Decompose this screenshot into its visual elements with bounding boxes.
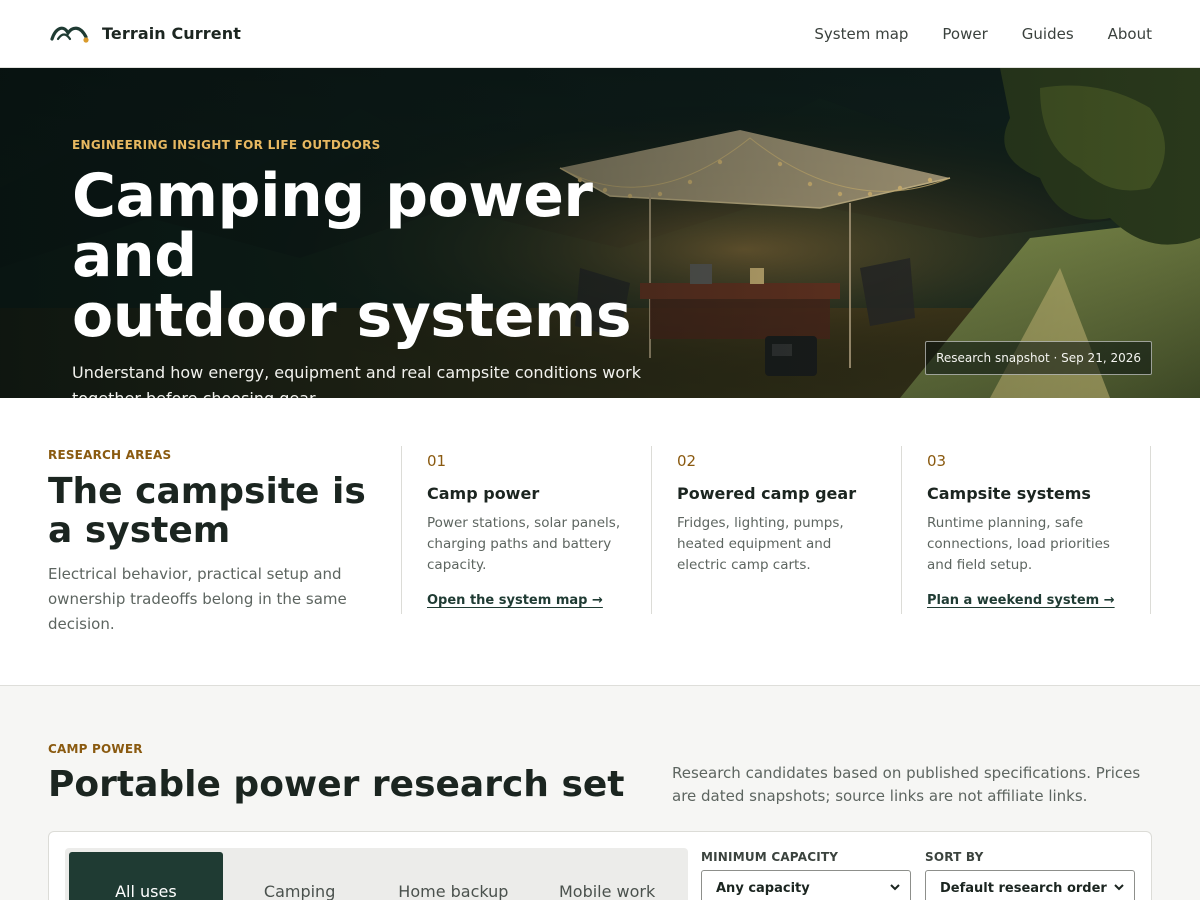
min-capacity-label: MINIMUM CAPACITY	[701, 850, 839, 864]
area-description: Fridges, lighting, pumps, heated equipme…	[677, 515, 844, 573]
area-title: Camp power	[427, 484, 540, 503]
tab-mobile-work[interactable]: Mobile work	[530, 852, 684, 900]
hero-title-line1: Camping power and	[72, 161, 593, 291]
sort-by-label: SORT BY	[925, 850, 984, 864]
area-number: 02	[677, 452, 697, 470]
plan-weekend-system-link[interactable]: Plan a weekend system →	[927, 593, 1115, 608]
area-description: Runtime planning, safe connections, load…	[927, 515, 1110, 573]
chevron-down-icon	[890, 884, 900, 891]
area-number: 01	[427, 452, 447, 470]
research-intro: RESEARCH AREAS The campsite is a system …	[48, 448, 368, 637]
nav-about[interactable]: About	[1108, 25, 1152, 43]
hero-content: ENGINEERING INSIGHT FOR LIFE OUTDOORS Ca…	[72, 138, 712, 398]
nav-power[interactable]: Power	[942, 25, 987, 43]
sort-by-select[interactable]: Default research order	[925, 870, 1135, 900]
hero-title-line2: outdoor systems	[72, 281, 632, 351]
hero-title: Camping power and outdoor systems	[72, 166, 712, 346]
area-number: 03	[927, 452, 947, 470]
camp-power-title: Portable power research set	[48, 764, 625, 805]
research-description: Electrical behavior, practical setup and…	[48, 565, 347, 633]
area-title: Powered camp gear	[677, 484, 857, 503]
nav-system-map[interactable]: System map	[814, 25, 908, 43]
main-nav: System map Power Guides About	[814, 25, 1152, 43]
area-camp-power: 01 Camp power Power stations, solar pane…	[401, 446, 651, 614]
min-capacity-value: Any capacity	[716, 880, 810, 896]
area-title: Campsite systems	[927, 484, 1091, 503]
tab-camping[interactable]: Camping	[223, 852, 377, 900]
mountain-logo-icon	[50, 26, 89, 43]
hero-subtitle: Understand how energy, equipment and rea…	[72, 363, 641, 398]
tab-all-uses[interactable]: All uses	[69, 852, 223, 900]
min-capacity-field: MINIMUM CAPACITY Any capacity	[701, 850, 911, 900]
min-capacity-select[interactable]: Any capacity	[701, 870, 911, 900]
hero: ENGINEERING INSIGHT FOR LIFE OUTDOORS Ca…	[0, 68, 1200, 398]
camp-power-eyebrow: CAMP POWER	[48, 742, 143, 756]
camp-power-section: CAMP POWER Portable power research set R…	[0, 686, 1200, 900]
sort-by-field: SORT BY Default research order	[925, 850, 1135, 900]
research-eyebrow: RESEARCH AREAS	[48, 448, 172, 462]
research-areas: RESEARCH AREAS The campsite is a system …	[0, 398, 1200, 686]
area-powered-camp-gear: 02 Powered camp gear Fridges, lighting, …	[651, 446, 901, 614]
research-title: The campsite is a system	[48, 471, 366, 551]
sort-by-value: Default research order	[940, 880, 1107, 896]
research-snapshot-badge: Research snapshot · Sep 21, 2026	[925, 341, 1152, 375]
brand[interactable]: Terrain Current	[50, 23, 241, 45]
filter-panel: All uses Camping Home backup Mobile work…	[48, 831, 1152, 900]
brand-name: Terrain Current	[102, 24, 241, 43]
area-description: Power stations, solar panels, charging p…	[427, 515, 621, 573]
tab-home-backup[interactable]: Home backup	[377, 852, 531, 900]
open-system-map-link[interactable]: Open the system map →	[427, 593, 603, 608]
site-header: Terrain Current System map Power Guides …	[0, 0, 1200, 68]
chevron-down-icon	[1114, 884, 1124, 891]
use-tabs: All uses Camping Home backup Mobile work	[65, 848, 688, 900]
camp-power-note: Research candidates based on published s…	[672, 764, 1141, 805]
hero-eyebrow: ENGINEERING INSIGHT FOR LIFE OUTDOORS	[72, 138, 381, 152]
area-campsite-systems: 03 Campsite systems Runtime planning, sa…	[901, 446, 1151, 614]
nav-guides[interactable]: Guides	[1022, 25, 1074, 43]
